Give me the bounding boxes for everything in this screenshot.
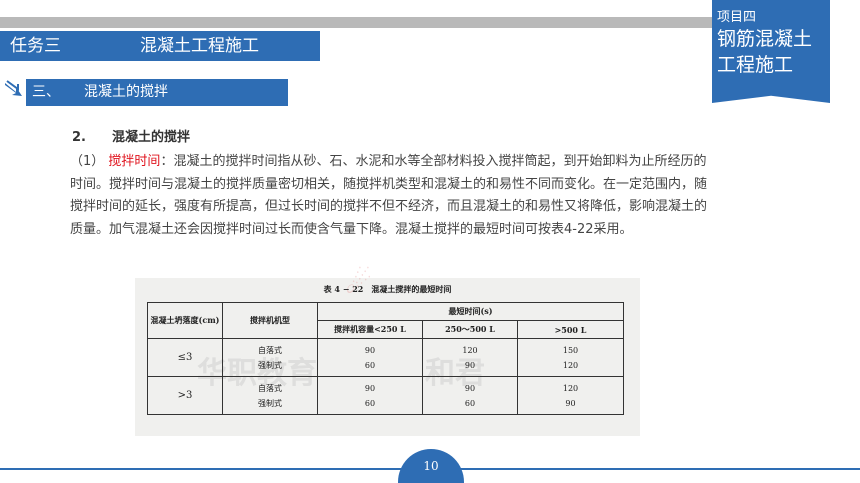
subheader-small: 搅拌机容量<250 L xyxy=(317,320,423,339)
header-slump: 混凝土坍落度(cm) xyxy=(147,302,223,339)
header-mixer-type: 搅拌机机型 xyxy=(222,302,318,339)
time-cell: 120 90 xyxy=(422,338,518,377)
type-forced: 强制式 xyxy=(258,398,282,408)
section-title: 混凝土的搅拌 xyxy=(84,84,168,100)
time-cell: 90 60 xyxy=(422,376,518,415)
time-value: 150 xyxy=(562,345,579,355)
subheader-medium: 250～500 L xyxy=(422,320,518,339)
heading-number: 2. xyxy=(72,130,86,145)
paragraph-prefix: （1） xyxy=(70,154,105,169)
page-number: 10 xyxy=(423,459,439,473)
table-row: >3 自落式 强制式 90 60 90 60 120 90 xyxy=(147,376,624,415)
type-free-fall: 自落式 xyxy=(258,345,282,355)
body-paragraph: （1） 搅拌时间：混凝土的搅拌时间指从砂、石、水泥和水等全部材料投入搅拌筒起，到… xyxy=(70,151,710,241)
mixing-time-table: 混凝土坍落度(cm) 搅拌机机型 最短时间(s) 搅拌机容量<250 L 250… xyxy=(147,302,624,415)
type-forced: 强制式 xyxy=(258,360,282,370)
time-cell: 150 120 xyxy=(517,338,624,377)
arrow-down-right-icon xyxy=(5,80,22,96)
slump-cell: ≤3 xyxy=(147,338,223,377)
highlighted-term: 搅拌时间 xyxy=(108,154,161,169)
time-value: 60 xyxy=(364,360,376,370)
time-value: 90 xyxy=(364,383,376,393)
page-number-badge: 10 xyxy=(398,449,464,483)
heading-text: 混凝土的搅拌 xyxy=(112,130,191,145)
project-tag: 项目四 钢筋混凝土工程施工 xyxy=(712,0,830,103)
time-cell: 120 90 xyxy=(517,376,624,415)
header-divider-bar xyxy=(0,17,715,28)
subheader-large: >500 L xyxy=(517,320,624,339)
project-title: 钢筋混凝土工程施工 xyxy=(717,28,813,76)
task-label: 任务三 xyxy=(10,36,61,56)
section-banner: 三、 混凝土的搅拌 xyxy=(26,79,288,106)
slump-cell: >3 xyxy=(147,376,223,415)
type-free-fall: 自落式 xyxy=(258,383,282,393)
time-value: 90 xyxy=(565,398,576,408)
time-value: 90 xyxy=(364,345,376,355)
content-heading: 2. 混凝土的搅拌 xyxy=(72,126,190,145)
task-banner: 任务三 混凝土工程施工 xyxy=(0,31,320,61)
time-value: 60 xyxy=(464,398,476,408)
paragraph-body: ：混凝土的搅拌时间指从砂、石、水泥和水等全部材料投入搅拌筒起，到开始卸料为止所经… xyxy=(70,154,708,237)
project-label: 项目四 xyxy=(717,10,757,25)
task-title: 混凝土工程施工 xyxy=(140,36,259,56)
table-title: 表 4 − 22 混凝土搅拌的最短时间 xyxy=(323,284,452,294)
time-cell: 90 60 xyxy=(317,338,423,377)
table-row: ≤3 自落式 强制式 90 60 120 90 150 120 xyxy=(147,338,624,377)
time-value: 120 xyxy=(562,360,579,370)
table-figure: ☄ 华职教育 和君 表 4 − 22 混凝土搅拌的最短时间 混凝土坍落度(cm)… xyxy=(135,266,640,436)
time-value: 120 xyxy=(562,383,579,393)
time-value: 60 xyxy=(364,398,376,408)
time-value: 120 xyxy=(462,345,478,355)
header-min-time: 最短时间(s) xyxy=(317,302,624,321)
type-cell: 自落式 强制式 xyxy=(222,376,318,415)
section-number: 三、 xyxy=(32,84,60,100)
time-cell: 90 60 xyxy=(317,376,423,415)
type-cell: 自落式 强制式 xyxy=(222,338,318,377)
time-value: 90 xyxy=(464,360,476,370)
time-value: 90 xyxy=(464,383,476,393)
